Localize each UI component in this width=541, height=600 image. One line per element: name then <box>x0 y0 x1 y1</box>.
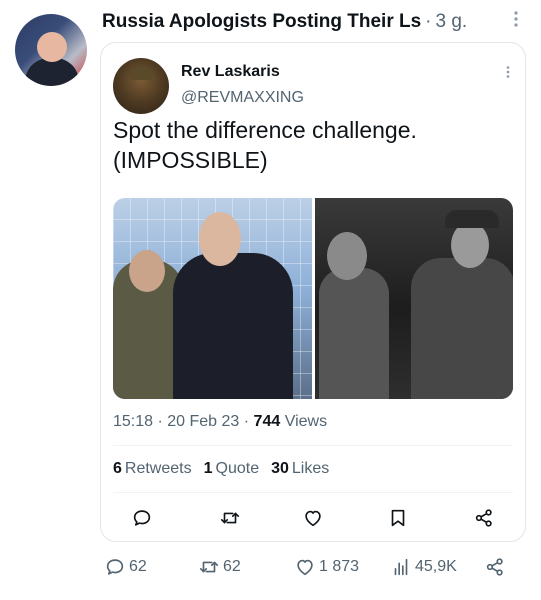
photo-person <box>173 253 293 399</box>
divider <box>113 492 513 493</box>
like-icon[interactable] <box>302 507 326 531</box>
more-vertical-icon[interactable] <box>513 10 519 28</box>
post-time[interactable]: 3 g. <box>436 11 468 33</box>
photo-left[interactable] <box>113 198 312 399</box>
post-header: Russia Apologists Posting Their Ls · 3 g… <box>102 8 521 36</box>
retweet-icon <box>199 561 219 573</box>
retweet-count: 62 <box>223 558 241 575</box>
likes-stat[interactable]: 30 Likes <box>271 460 329 478</box>
quoted-author-handle[interactable]: @REVMAXXING <box>181 89 304 107</box>
share-button[interactable] <box>484 556 506 578</box>
share-icon[interactable] <box>473 507 497 531</box>
photo-gallery <box>113 198 513 399</box>
photo-right[interactable] <box>314 198 513 399</box>
header-separator: · <box>425 11 432 32</box>
views-button[interactable]: 45,9K <box>390 556 457 578</box>
avatar-face <box>37 32 67 62</box>
photo-person-head <box>450 222 489 268</box>
divider <box>113 445 513 446</box>
retweet-button[interactable]: 62 <box>198 556 241 578</box>
photo-person-head <box>326 232 367 280</box>
quoted-author-name[interactable]: Rev Laskaris <box>181 63 280 81</box>
like-count: 1 873 <box>319 558 360 575</box>
quoted-tweet-text: Spot the difference challenge. (IMPOSSIB… <box>113 117 417 173</box>
quote-count: 1 <box>203 460 213 477</box>
views-label: Views <box>284 413 328 430</box>
tweet-timestamp[interactable]: 15:18 · 20 Feb 23 · <box>113 413 249 430</box>
engagement-counts: 6 Retweets 1 Quote 30 Likes <box>113 460 329 478</box>
photo-person-head <box>199 212 241 266</box>
analytics-icon <box>394 558 408 576</box>
post-action-bar: 62 62 1 873 45,9K <box>100 556 524 582</box>
likes-count: 30 <box>271 460 289 477</box>
avatar-helmet <box>130 66 152 80</box>
author-avatar[interactable] <box>15 14 87 86</box>
reply-icon <box>106 559 124 575</box>
quoted-tweet-card[interactable]: Rev Laskaris @REVMAXXING Spot the differ… <box>100 42 526 542</box>
quoted-action-bar <box>101 503 525 533</box>
photo-person <box>410 258 513 399</box>
quoted-avatar[interactable] <box>113 58 169 114</box>
quotes-stat[interactable]: 1 Quote <box>204 460 260 478</box>
retweet-icon[interactable] <box>219 507 243 531</box>
reply-icon[interactable] <box>131 507 155 531</box>
reply-button[interactable]: 62 <box>104 556 147 578</box>
avatar-figure <box>25 58 79 86</box>
retweets-count: 6 <box>113 460 122 477</box>
photo-cap <box>444 210 499 228</box>
like-icon <box>297 559 313 576</box>
tweet-meta: 15:18 · 20 Feb 23 · 744 Views <box>113 413 327 431</box>
author-name[interactable]: Russia Apologists Posting Their Ls <box>102 11 421 33</box>
views-count-bottom: 45,9K <box>415 558 457 575</box>
quoted-more-icon[interactable] <box>505 65 511 79</box>
photo-person-head <box>129 250 165 292</box>
likes-label: Likes <box>291 460 330 477</box>
share-icon <box>486 558 503 576</box>
views-count: 744 <box>253 413 281 430</box>
quote-label: Quote <box>215 460 260 477</box>
like-button[interactable]: 1 873 <box>294 556 359 578</box>
bookmark-icon[interactable] <box>387 507 411 531</box>
retweets-stat[interactable]: 6 Retweets <box>113 460 192 478</box>
reply-count: 62 <box>129 558 147 575</box>
photo-person <box>318 268 389 399</box>
retweets-label: Retweets <box>124 460 192 477</box>
